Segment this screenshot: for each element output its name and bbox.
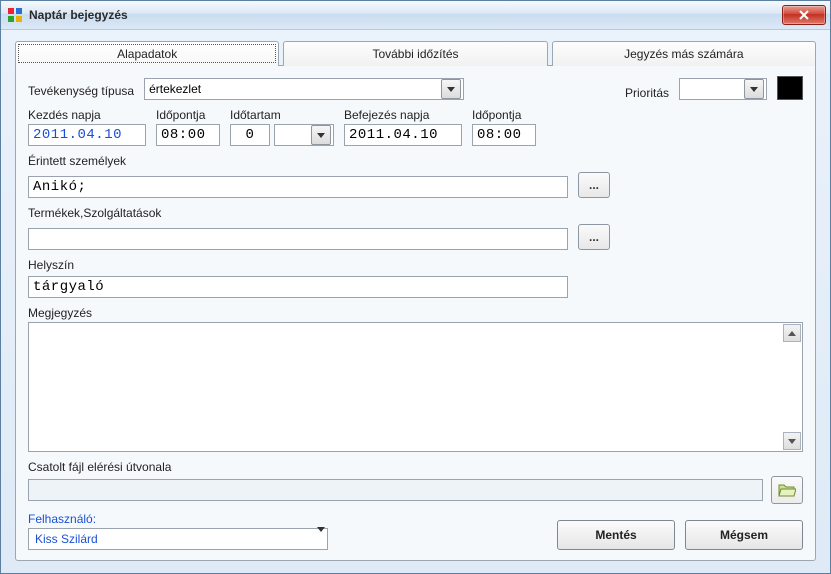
tab-timing-label: További időzítés (372, 47, 458, 61)
attachment-label: Csatolt fájl elérési útvonala (28, 460, 803, 474)
note-label: Megjegyzés (28, 306, 803, 320)
scroll-down-button[interactable] (783, 432, 801, 450)
persons-label: Érintett személyek (28, 154, 803, 168)
tab-entryfor[interactable]: Jegyzés más számára (552, 41, 816, 66)
activity-type-value: értekezlet (149, 82, 201, 96)
titlebar: Naptár bejegyzés (1, 1, 830, 30)
products-label: Termékek,Szolgáltatások (28, 206, 803, 220)
duration-input[interactable] (230, 124, 270, 146)
calendar-entry-window: Naptár bejegyzés Alapadatok További időz… (0, 0, 831, 574)
activity-type-drop-btn[interactable] (441, 79, 461, 99)
activity-type-label: Tevékenység típusa (28, 84, 134, 98)
start-date-input[interactable] (28, 124, 146, 146)
app-icon (7, 7, 23, 23)
activity-type-select[interactable]: értekezlet (144, 78, 464, 100)
close-icon (799, 10, 809, 20)
persons-browse-button[interactable]: ... (578, 172, 610, 198)
save-button-label: Mentés (595, 528, 636, 542)
location-input[interactable] (28, 276, 568, 298)
chevron-up-icon (788, 331, 796, 336)
location-label: Helyszín (28, 258, 803, 272)
persons-input[interactable] (28, 176, 568, 198)
user-value: Kiss Szilárd (35, 532, 98, 546)
products-input[interactable] (28, 228, 568, 250)
user-label: Felhasználó: (28, 512, 328, 526)
close-button[interactable] (782, 5, 826, 25)
folder-open-icon (778, 482, 796, 498)
tab-entryfor-label: Jegyzés más számára (624, 47, 743, 61)
attachment-path-input[interactable] (28, 479, 763, 501)
tab-timing[interactable]: További időzítés (283, 41, 547, 66)
attachment-browse-button[interactable] (771, 476, 803, 504)
tab-basic-label: Alapadatok (117, 47, 177, 61)
chevron-down-icon (750, 87, 758, 92)
chevron-down-icon (447, 87, 455, 92)
end-date-label: Befejezés napja (344, 108, 462, 122)
chevron-down-icon (317, 133, 325, 138)
priority-select[interactable] (679, 78, 767, 100)
scroll-up-button[interactable] (783, 324, 801, 342)
save-button[interactable]: Mentés (557, 520, 675, 550)
tab-panel-basic: Tevékenység típusa értekezlet Prioritás (15, 65, 816, 561)
content-area: Alapadatok További időzítés Jegyzés más … (1, 30, 830, 573)
start-date-label: Kezdés napja (28, 108, 146, 122)
priority-label: Prioritás (625, 86, 669, 100)
priority-drop-btn[interactable] (744, 79, 764, 99)
duration-unit-drop-btn[interactable] (311, 125, 331, 145)
duration-unit-select[interactable] (274, 124, 334, 146)
start-time-input[interactable] (156, 124, 220, 146)
duration-label: Időtartam (230, 108, 334, 122)
cancel-button[interactable]: Mégsem (685, 520, 803, 550)
window-title: Naptár bejegyzés (29, 8, 782, 22)
user-drop-btn[interactable] (317, 532, 325, 546)
end-time-input[interactable] (472, 124, 536, 146)
priority-color-swatch[interactable] (777, 76, 803, 100)
end-time-label: Időpontja (472, 108, 536, 122)
chevron-down-icon (788, 439, 796, 444)
tab-basic[interactable]: Alapadatok (15, 41, 279, 66)
note-textarea[interactable] (28, 322, 803, 452)
start-time-label: Időpontja (156, 108, 220, 122)
ellipsis-label: ... (589, 178, 599, 192)
tab-bar: Alapadatok További időzítés Jegyzés más … (15, 40, 816, 65)
end-date-input[interactable] (344, 124, 462, 146)
cancel-button-label: Mégsem (720, 528, 768, 542)
user-select[interactable]: Kiss Szilárd (28, 528, 328, 550)
products-browse-button[interactable]: ... (578, 224, 610, 250)
chevron-down-icon (317, 527, 325, 546)
ellipsis-label: ... (589, 230, 599, 244)
